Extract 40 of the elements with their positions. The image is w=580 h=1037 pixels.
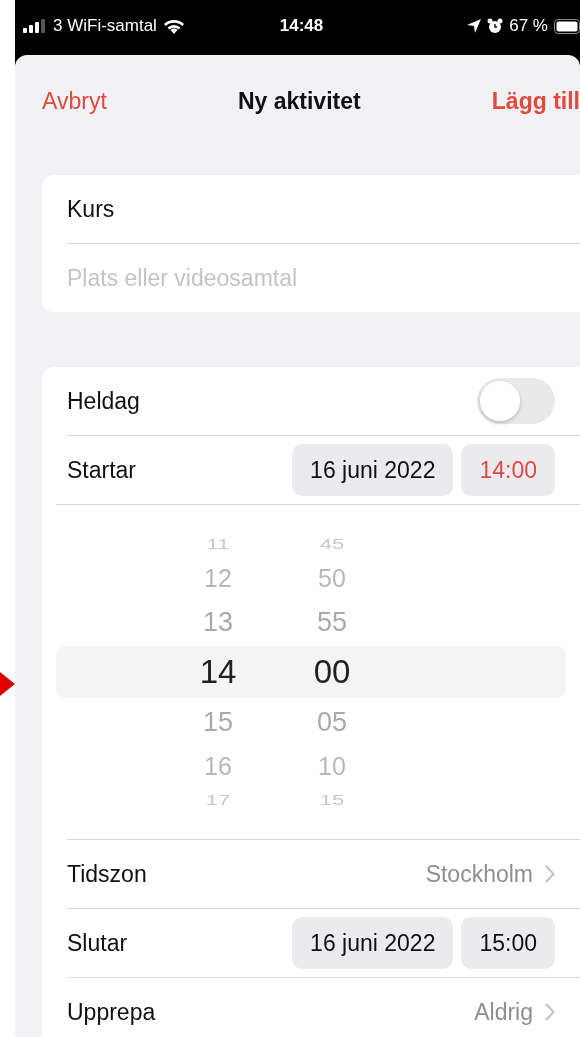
- row-label: Tidszon: [67, 860, 147, 888]
- clock-time: 14:48: [279, 16, 324, 36]
- hour-option[interactable]: 16: [178, 751, 258, 781]
- minute-option[interactable]: 50: [292, 563, 372, 593]
- row-label: Heldag: [67, 387, 140, 415]
- chevron-right-icon: [545, 1003, 555, 1021]
- minute-option[interactable]: 55: [292, 606, 372, 638]
- battery-icon: [554, 18, 580, 34]
- detail-row[interactable]: Tidszon Stockholm: [67, 839, 580, 908]
- title-field[interactable]: Kurs: [67, 195, 555, 223]
- minute-option[interactable]: 10: [292, 751, 372, 781]
- hour-option[interactable]: 13: [178, 606, 258, 638]
- row-label: Slutar: [67, 929, 128, 957]
- add-button[interactable]: Lägg till: [491, 87, 580, 115]
- time-button[interactable]: 14:00: [461, 444, 555, 496]
- pointer-arrow-icon: [0, 672, 15, 696]
- hour-option[interactable]: 12: [178, 563, 258, 593]
- chevron-right-icon: [545, 865, 555, 883]
- minute-option[interactable]: 00: [292, 653, 372, 691]
- cancel-button[interactable]: Avbryt: [42, 87, 107, 115]
- location-field[interactable]: Plats eller videosamtal: [67, 264, 555, 292]
- wifi-icon: [162, 18, 185, 34]
- date-button[interactable]: 16 juni 2022: [292, 917, 454, 969]
- sheet-title: Ny aktivitet: [237, 87, 361, 115]
- row-label: Upprepa: [67, 998, 156, 1026]
- battery-percent: 67 %: [509, 16, 548, 36]
- row-label: Startar: [67, 456, 137, 484]
- minute-option[interactable]: 05: [292, 706, 372, 738]
- time-button[interactable]: 15:00: [461, 917, 555, 969]
- date-button[interactable]: 16 juni 2022: [292, 444, 454, 496]
- signal-icon: [23, 19, 47, 33]
- location-arrow-icon: [467, 19, 482, 33]
- carrier-name: 3 WiFi-samtal: [53, 16, 157, 36]
- hour-option[interactable]: 14: [178, 653, 258, 691]
- detail-row[interactable]: Upprepa Aldrig: [67, 977, 580, 1037]
- row-value: Aldrig: [474, 998, 533, 1026]
- all-day-toggle[interactable]: [477, 378, 555, 424]
- row-value: Stockholm: [425, 860, 533, 888]
- alarm-clock-icon: [487, 18, 504, 34]
- hour-option[interactable]: 15: [178, 706, 258, 738]
